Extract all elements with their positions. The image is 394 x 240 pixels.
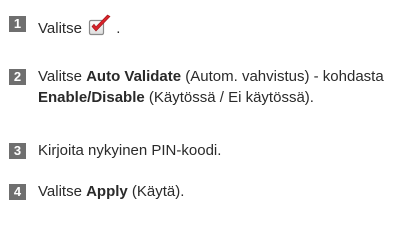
auto-validate-label: Auto Validate bbox=[86, 68, 182, 85]
step-number: 3 bbox=[9, 143, 26, 159]
enable-disable-label: Enable/Disable bbox=[38, 89, 145, 106]
step-text-part: Valitse bbox=[38, 183, 87, 200]
step-text-part: (Käytä). bbox=[127, 183, 185, 200]
step-number: 1 bbox=[9, 16, 26, 32]
step-text-part: . bbox=[116, 20, 121, 37]
step-text: Kirjoita nykyinen PIN-koodi. bbox=[38, 140, 388, 161]
step-text-part: Kirjoita nykyinen PIN-koodi. bbox=[38, 142, 222, 159]
step-text-part: Valitse bbox=[38, 68, 87, 85]
step-text: Valitse . bbox=[38, 14, 388, 39]
step-number: 2 bbox=[9, 69, 26, 85]
step-text: Valitse Auto Validate (Autom. vahvistus)… bbox=[38, 66, 388, 108]
step-text-part: Valitse bbox=[38, 20, 82, 37]
step-number: 4 bbox=[9, 184, 26, 200]
step-text-part: (Autom. vahvistus) - kohdasta bbox=[181, 68, 384, 85]
step-text-part: (Käytössä / Ei käytössä). bbox=[144, 89, 314, 106]
validate-checkbox-icon bbox=[88, 14, 111, 36]
step-text: Valitse Apply (Käytä). bbox=[38, 181, 388, 202]
apply-label: Apply bbox=[86, 183, 128, 200]
